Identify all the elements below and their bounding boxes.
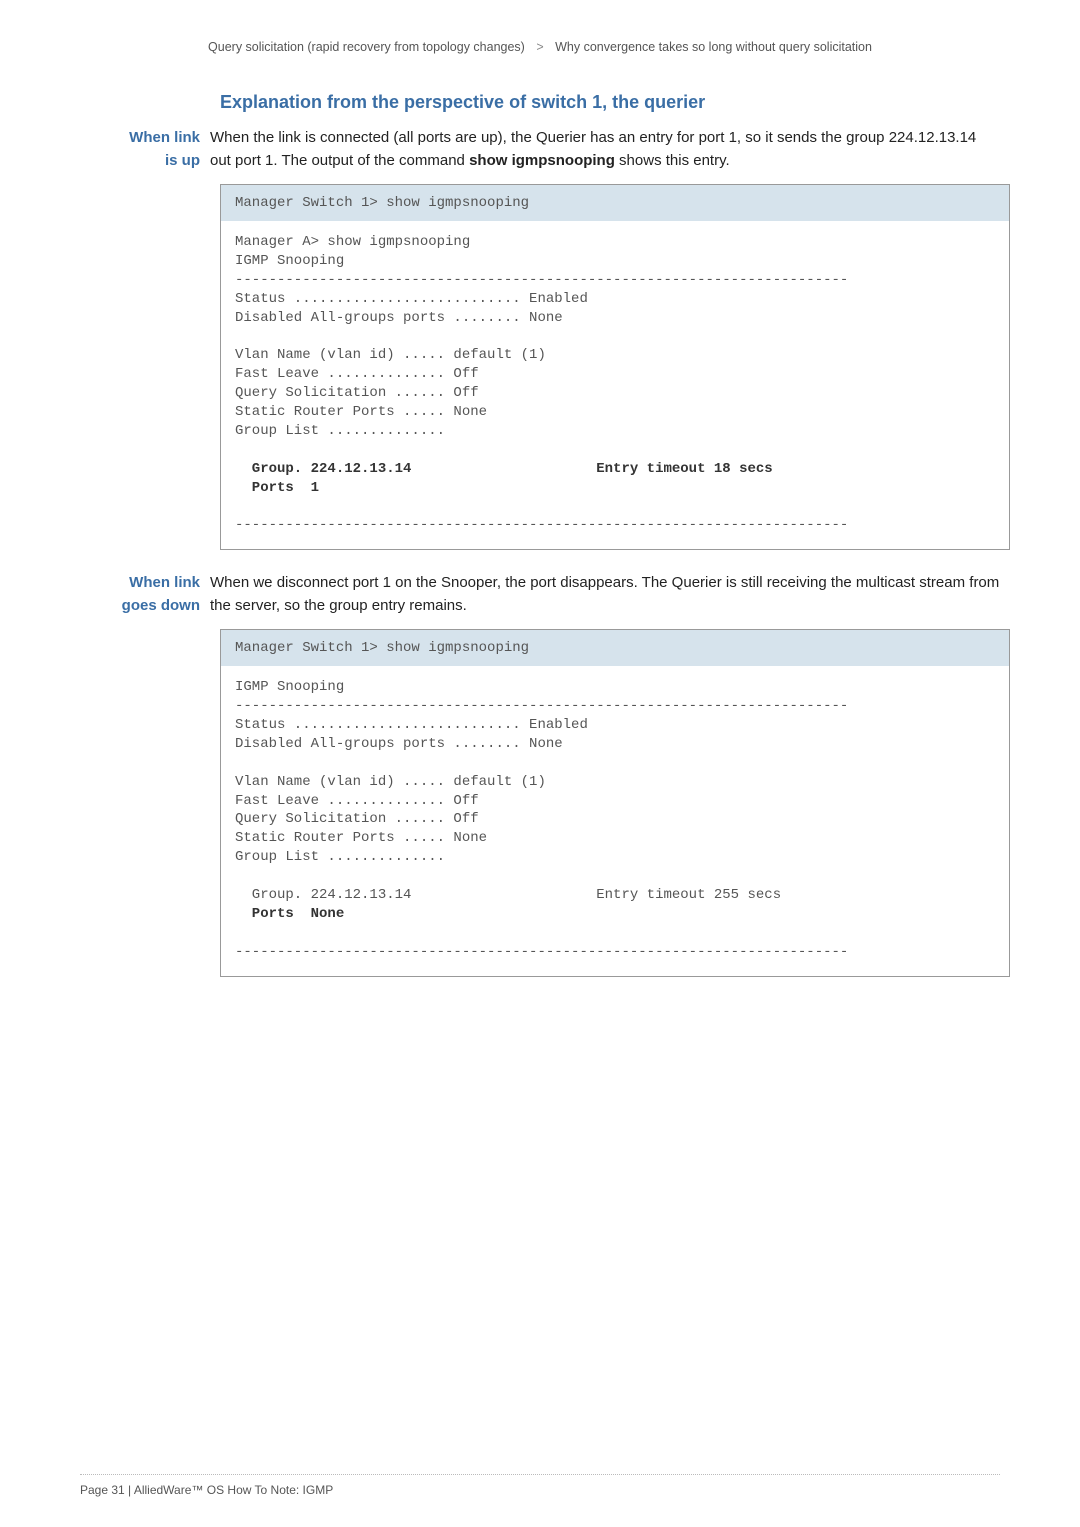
t1-l9: Query Solicitation ...... Off: [235, 385, 479, 401]
t2-l6: Vlan Name (vlan id) ..... default (1): [235, 774, 546, 790]
t1-l2: IGMP Snooping: [235, 253, 344, 269]
t2-l3: Status ........................... Enabl…: [235, 717, 588, 733]
t2-l2: ----------------------------------------…: [235, 698, 848, 714]
t1-l8: Fast Leave .............. Off: [235, 366, 479, 382]
paragraph-row-link-down: When link goes down When we disconnect p…: [80, 572, 1000, 617]
para-text-b: shows this entry.: [615, 152, 730, 169]
t1-l1: Manager A> show igmpsnooping: [235, 234, 470, 250]
paragraph-link-up: When the link is connected (all ports ar…: [210, 127, 1000, 172]
para-text: When we disconnect port 1 on the Snooper…: [210, 574, 999, 614]
side-label-line1: When link: [129, 574, 200, 591]
t2-l12b: Ports None: [235, 906, 344, 922]
side-label-line2: is up: [165, 152, 200, 169]
t1-l5: Disabled All-groups ports ........ None: [235, 310, 563, 326]
terminal-output-1: Manager Switch 1> show igmpsnooping Mana…: [220, 184, 1010, 550]
t2-l7: Fast Leave .............. Off: [235, 793, 479, 809]
t1-l7: Vlan Name (vlan id) ..... default (1): [235, 347, 546, 363]
t1-l13: Group. 224.12.13.14 Entry timeout 18 sec…: [235, 461, 773, 477]
t1-l3: ----------------------------------------…: [235, 272, 848, 288]
breadcrumb-right: Why convergence takes so long without qu…: [555, 40, 872, 54]
paragraph-row-link-up: When link is up When the link is connect…: [80, 127, 1000, 172]
paragraph-link-down: When we disconnect port 1 on the Snooper…: [210, 572, 1000, 617]
footer-divider: [80, 1474, 1000, 1475]
t1-l4: Status ........................... Enabl…: [235, 291, 588, 307]
terminal-body-2: IGMP Snooping --------------------------…: [221, 666, 1009, 975]
page: Query solicitation (rapid recovery from …: [0, 0, 1080, 1527]
page-footer: Page 31 | AlliedWare™ OS How To Note: IG…: [80, 1474, 1000, 1497]
breadcrumb-left: Query solicitation (rapid recovery from …: [208, 40, 525, 54]
t1-l14: Ports 1: [235, 480, 319, 496]
t2-l9: Static Router Ports ..... None: [235, 830, 487, 846]
t2-l1: IGMP Snooping: [235, 679, 344, 695]
footer-text: Page 31 | AlliedWare™ OS How To Note: IG…: [80, 1483, 333, 1497]
side-label-link-up: When link is up: [80, 127, 210, 172]
section-heading: Explanation from the perspective of swit…: [220, 92, 1000, 113]
side-label-line1: When link: [129, 129, 200, 146]
terminal-body-1: Manager A> show igmpsnooping IGMP Snoopi…: [221, 221, 1009, 549]
t1-l10: Static Router Ports ..... None: [235, 404, 487, 420]
side-label-line2: goes down: [122, 597, 200, 614]
terminal-output-2: Manager Switch 1> show igmpsnooping IGMP…: [220, 629, 1010, 976]
t2-l8: Query Solicitation ...... Off: [235, 811, 479, 827]
terminal-header-2: Manager Switch 1> show igmpsnooping: [221, 630, 1009, 666]
t2-l12a: Group. 224.12.13.14 Entry timeout 255 se…: [235, 887, 781, 903]
breadcrumb: Query solicitation (rapid recovery from …: [80, 40, 1000, 54]
t1-l11: Group List ..............: [235, 423, 445, 439]
t1-l16: ----------------------------------------…: [235, 517, 848, 533]
side-label-link-down: When link goes down: [80, 572, 210, 617]
terminal-header-1: Manager Switch 1> show igmpsnooping: [221, 185, 1009, 221]
t2-l4: Disabled All-groups ports ........ None: [235, 736, 563, 752]
t2-l14: ----------------------------------------…: [235, 944, 848, 960]
breadcrumb-separator: >: [536, 40, 543, 54]
command-name: show igmpsnooping: [469, 152, 615, 169]
t2-l10: Group List ..............: [235, 849, 445, 865]
